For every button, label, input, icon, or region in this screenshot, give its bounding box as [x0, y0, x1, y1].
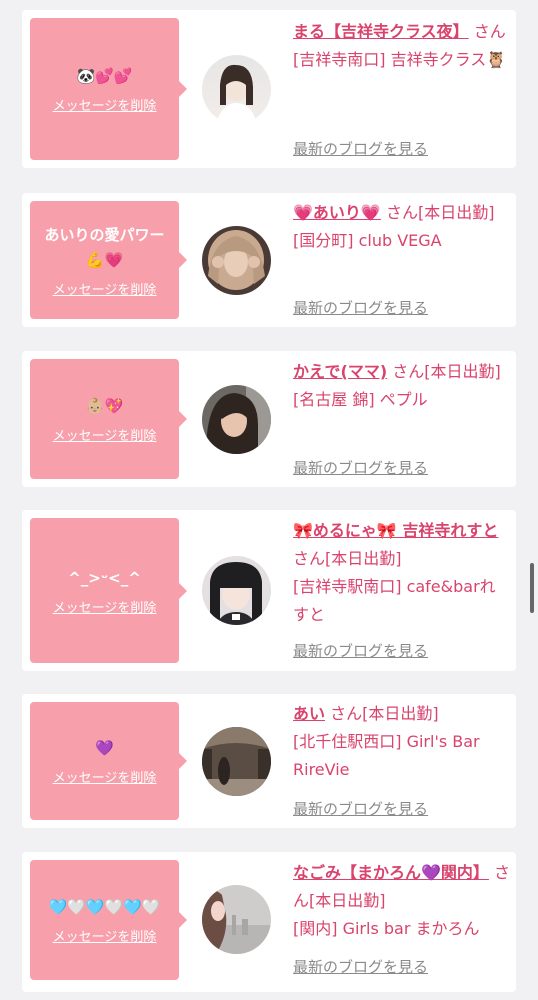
cast-name-link[interactable]: 💗あいり💗 — [293, 203, 381, 222]
avatar-image — [202, 385, 271, 454]
avatar[interactable] — [202, 556, 271, 625]
message-text: ^_>ᵕ<_^ — [68, 568, 141, 587]
shop-info: [名古屋 錦] ペプル — [293, 390, 428, 409]
message-card: ^_>ᵕ<_^ メッセージを削除 🎀めるにゃ🎀 吉祥寺れすと さん[本日出勤] … — [22, 510, 516, 671]
avatar-image — [202, 556, 271, 625]
message-card: 👶🏼💖 メッセージを削除 かえで(ママ) さん[本日出勤] [名古屋 錦] ペプ… — [22, 351, 516, 487]
avatar[interactable] — [202, 55, 271, 124]
delete-message-link[interactable]: メッセージを削除 — [53, 767, 157, 786]
delete-message-link[interactable]: メッセージを削除 — [53, 425, 157, 444]
avatar[interactable] — [202, 885, 271, 954]
cast-name-link[interactable]: 🎀めるにゃ🎀 吉祥寺れすと — [293, 521, 498, 540]
cast-name-link[interactable]: かえで(ママ) — [293, 362, 387, 381]
cast-name-link[interactable]: まる【吉祥寺クラス夜】 — [293, 22, 469, 41]
status-label: [本日出勤] — [362, 704, 439, 723]
status-label: [本日出勤] — [325, 549, 402, 568]
cast-name-link[interactable]: なごみ【まかろん💜関内】 — [293, 863, 489, 882]
cast-name-link[interactable]: あい — [293, 704, 325, 723]
honorific: さん — [392, 362, 425, 381]
cast-info: あい さん[本日出勤] [北千住駅西口] Girl's Bar RireVie — [293, 700, 511, 784]
shop-info: [吉祥寺南口] 吉祥寺クラス🦉 — [293, 50, 507, 69]
shop-info: [北千住駅西口] Girl's Bar RireVie — [293, 732, 480, 779]
delete-message-link[interactable]: メッセージを削除 — [53, 597, 157, 616]
shop-info: [吉祥寺駅南口] cafe&barれすと — [293, 577, 496, 624]
message-card: あいりの愛パワー 💪💗 メッセージを削除 💗あいり💗 さん[本日出勤] [国分町… — [22, 193, 516, 327]
cast-info: 💗あいり💗 さん[本日出勤] [国分町] club VEGA — [293, 199, 511, 255]
honorific: さん — [385, 203, 418, 222]
message-bubble: 🐼💕💕 メッセージを削除 — [30, 18, 187, 160]
message-bubble: 💜 メッセージを削除 — [30, 702, 187, 820]
message-bubble: 👶🏼💖 メッセージを削除 — [30, 359, 187, 479]
cast-info: かえで(ママ) さん[本日出勤] [名古屋 錦] ペプル — [293, 358, 511, 414]
avatar-image — [202, 727, 271, 796]
avatar[interactable] — [202, 226, 271, 295]
avatar[interactable] — [202, 727, 271, 796]
status-label: [本日出勤] — [309, 891, 386, 910]
message-card: 💜 メッセージを削除 あい さん[本日出勤] [北千住駅西口] Girl's B… — [22, 694, 516, 828]
status-label: [本日出勤] — [417, 203, 495, 222]
status-label: [本日出勤] — [424, 362, 501, 381]
honorific: さん — [330, 704, 363, 723]
view-latest-blog-link[interactable]: 最新のブログを見る — [293, 956, 428, 977]
view-latest-blog-link[interactable]: 最新のブログを見る — [293, 297, 428, 318]
honorific: さん — [473, 22, 506, 41]
cast-info: なごみ【まかろん💜関内】 さん[本日出勤] [関内] Girls bar まかろ… — [293, 859, 511, 943]
message-card: 🩵🤍🩵🤍🩵🤍 メッセージを削除 なごみ【まかろん💜関内】 さん[本日出勤] [関… — [22, 852, 516, 992]
cast-info: 🎀めるにゃ🎀 吉祥寺れすと さん[本日出勤] [吉祥寺駅南口] cafe&bar… — [293, 517, 511, 629]
message-bubble: 🩵🤍🩵🤍🩵🤍 メッセージを削除 — [30, 860, 187, 980]
message-bubble: ^_>ᵕ<_^ メッセージを削除 — [30, 518, 187, 663]
cast-info: まる【吉祥寺クラス夜】 さん [吉祥寺南口] 吉祥寺クラス🦉 — [293, 18, 511, 74]
message-text: 🐼💕💕 — [76, 67, 133, 85]
view-latest-blog-link[interactable]: 最新のブログを見る — [293, 640, 428, 661]
message-card: 🐼💕💕 メッセージを削除 まる【吉祥寺クラス夜】 さん [吉祥寺南口] 吉祥寺ク… — [22, 10, 516, 168]
avatar-image — [202, 885, 271, 954]
message-text: 💜 — [95, 739, 114, 757]
avatar-image — [202, 55, 271, 124]
honorific: さん — [293, 549, 326, 568]
view-latest-blog-link[interactable]: 最新のブログを見る — [293, 457, 428, 478]
shop-info: [国分町] club VEGA — [293, 231, 442, 250]
view-latest-blog-link[interactable]: 最新のブログを見る — [293, 798, 428, 819]
message-bubble: あいりの愛パワー 💪💗 メッセージを削除 — [30, 201, 187, 319]
shop-info: [関内] Girls bar まかろん — [293, 919, 480, 938]
avatar-image — [202, 226, 271, 295]
delete-message-link[interactable]: メッセージを削除 — [53, 95, 157, 114]
avatar[interactable] — [202, 385, 271, 454]
message-text: 👶🏼💖 — [85, 397, 124, 415]
view-latest-blog-link[interactable]: 最新のブログを見る — [293, 138, 428, 159]
scrollbar-thumb[interactable] — [530, 563, 534, 613]
delete-message-link[interactable]: メッセージを削除 — [53, 279, 157, 298]
delete-message-link[interactable]: メッセージを削除 — [53, 926, 157, 945]
message-text: 🩵🤍🩵🤍🩵🤍 — [48, 898, 161, 916]
message-text: あいりの愛パワー 💪💗 — [44, 225, 165, 269]
